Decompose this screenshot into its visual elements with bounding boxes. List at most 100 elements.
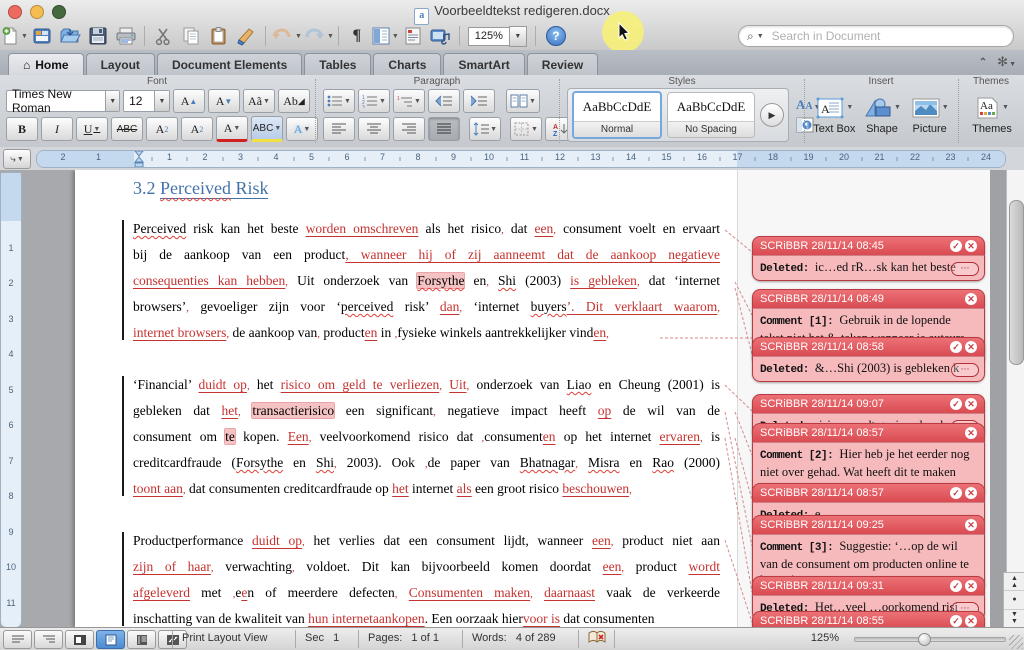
section-indicator[interactable]: Sec 1	[305, 632, 339, 644]
zoom-slider[interactable]	[854, 637, 1006, 642]
comment-balloon-3[interactable]: SCRiBBR 28/11/14 08:58✓✕Deleted: &…Shi (…	[752, 337, 985, 382]
format-painter-button[interactable]	[233, 23, 261, 49]
words-indicator[interactable]: Words: 4 of 289	[472, 632, 556, 644]
line-spacing-button[interactable]: ▼	[469, 117, 501, 141]
next-object-button[interactable]: ▼▼	[1004, 610, 1024, 627]
ellipsis-button[interactable]: ···	[951, 262, 979, 276]
font-size-combo[interactable]: 12 ▼	[123, 90, 170, 112]
zoom-dropdown-button[interactable]: ▼	[509, 26, 527, 47]
tab-review[interactable]: Review	[527, 53, 598, 75]
insert-picture-button[interactable]: ▼ Picture	[907, 96, 952, 135]
media-browser-button[interactable]	[427, 23, 455, 49]
superscript-button[interactable]: A2	[146, 117, 178, 141]
reject-change-button[interactable]: ✕	[965, 519, 977, 531]
style-no-spacing[interactable]: AaBbCcDdE No Spacing	[667, 92, 755, 138]
font-color-button[interactable]: A▼	[216, 116, 248, 142]
font-name-combo[interactable]: Times New Roman ▼	[6, 90, 120, 112]
reject-change-button[interactable]: ✕	[965, 580, 977, 592]
text-effects-button[interactable]: A▼	[286, 117, 318, 141]
align-right-button[interactable]	[393, 117, 425, 141]
show-formatting-marks-button[interactable]: ¶	[343, 23, 371, 49]
reject-change-button[interactable]: ✕	[965, 293, 977, 305]
notebook-layout-view-button[interactable]	[127, 630, 156, 649]
numbering-button[interactable]: 123▼	[358, 89, 390, 113]
reject-change-button[interactable]: ✕	[965, 341, 977, 353]
zoom-value[interactable]: 125%	[468, 27, 509, 46]
style-normal[interactable]: AaBbCcDdE Normal	[572, 91, 662, 139]
shrink-font-button[interactable]: A▼	[208, 89, 240, 113]
tab-charts[interactable]: Charts	[373, 53, 441, 75]
copy-button[interactable]	[177, 23, 205, 49]
publishing-layout-view-button[interactable]	[65, 630, 94, 649]
accept-change-button[interactable]: ✓	[950, 615, 962, 627]
reject-change-button[interactable]: ✕	[965, 398, 977, 410]
cut-button[interactable]	[149, 23, 177, 49]
ellipsis-button[interactable]: ···	[951, 363, 979, 377]
insert-shape-button[interactable]: ▼ Shape	[860, 96, 905, 135]
collapse-ribbon-button[interactable]: ⌃	[979, 57, 987, 68]
grow-font-button[interactable]: A▲	[173, 89, 205, 113]
accept-change-button[interactable]: ✓	[950, 398, 962, 410]
insert-text-box-button[interactable]: A▼ Text Box	[812, 96, 857, 135]
document-page[interactable]: 3.2 Perceived Risk Perceived risk kan he…	[75, 170, 990, 628]
search-input[interactable]	[770, 28, 1005, 44]
italic-button[interactable]: I	[41, 117, 73, 141]
print-button[interactable]	[112, 23, 140, 49]
strikethrough-button[interactable]: ABC	[111, 117, 143, 141]
page-layout-button[interactable]: ▼	[371, 23, 399, 49]
horizontal-ruler[interactable]: 1212345678910111213141516171819202122232…	[36, 150, 1006, 168]
clear-formatting-button[interactable]: Ab◢	[278, 89, 310, 113]
redo-button[interactable]: ▼	[302, 23, 334, 49]
spelling-status-icon[interactable]	[588, 630, 606, 645]
gear-menu-button[interactable]: ✻▼	[997, 54, 1016, 70]
align-left-button[interactable]	[323, 117, 355, 141]
tab-layout[interactable]: Layout	[86, 53, 155, 75]
gallery-button[interactable]	[28, 23, 56, 49]
underline-button[interactable]: U▼	[76, 117, 108, 141]
comment-balloon-9[interactable]: SCRiBBR 28/11/14 08:55✓✕Deleted:	[752, 611, 985, 628]
increase-indent-button[interactable]	[463, 89, 495, 113]
reference-tools-button[interactable]	[399, 23, 427, 49]
subscript-button[interactable]: A2	[181, 117, 213, 141]
vertical-scrollbar[interactable]	[1006, 170, 1024, 628]
accept-change-button[interactable]: ✓	[950, 240, 962, 252]
scrollbar-thumb[interactable]	[1009, 200, 1024, 365]
pages-indicator[interactable]: Pages: 1 of 1	[368, 632, 439, 644]
comment-balloon-1[interactable]: SCRiBBR 28/11/14 08:45✓✕Deleted: ic…ed r…	[752, 236, 985, 281]
reject-change-button[interactable]: ✕	[965, 427, 977, 439]
zoom-slider-thumb[interactable]	[918, 633, 931, 646]
help-button[interactable]: ?	[546, 26, 566, 46]
bullets-button[interactable]: ▼	[323, 89, 355, 113]
search-box[interactable]: ⌕ ▼	[738, 25, 1014, 47]
borders-button[interactable]: ▼	[510, 117, 542, 141]
decrease-indent-button[interactable]	[428, 89, 460, 113]
justify-button[interactable]	[428, 117, 460, 141]
outline-view-button[interactable]	[34, 630, 63, 649]
reject-change-button[interactable]: ✕	[965, 240, 977, 252]
vertical-ruler[interactable]: 1234567891011	[0, 172, 22, 628]
bold-button[interactable]: B	[6, 117, 38, 141]
indent-markers[interactable]	[134, 150, 143, 168]
tab-home[interactable]: ⌂Home	[8, 53, 84, 75]
paste-button[interactable]	[205, 23, 233, 49]
tab-document-elements[interactable]: Document Elements	[157, 53, 302, 75]
open-button[interactable]	[56, 23, 84, 49]
save-button[interactable]	[84, 23, 112, 49]
accept-change-button[interactable]: ✓	[950, 580, 962, 592]
undo-button[interactable]: ▼	[270, 23, 302, 49]
themes-button[interactable]: Aa▼ Themes	[966, 96, 1018, 135]
previous-object-button[interactable]: ▲▲	[1004, 573, 1024, 591]
accept-change-button[interactable]: ✓	[950, 341, 962, 353]
accept-change-button[interactable]: ✓	[950, 487, 962, 499]
highlight-button[interactable]: ABC▼	[251, 116, 283, 142]
new-document-button[interactable]: ▼	[0, 23, 28, 49]
tab-smartart[interactable]: SmartArt	[443, 53, 524, 75]
multilevel-list-button[interactable]: 1▼	[393, 89, 425, 113]
tab-stop-selector[interactable]: ⤷▼	[3, 149, 31, 169]
print-layout-view-button[interactable]	[96, 630, 125, 649]
resize-grip[interactable]	[1009, 635, 1023, 649]
tab-tables[interactable]: Tables	[304, 53, 371, 75]
more-styles-button[interactable]: ▶	[760, 103, 784, 127]
reject-change-button[interactable]: ✕	[965, 615, 977, 627]
columns-button[interactable]: ▼	[506, 89, 540, 113]
